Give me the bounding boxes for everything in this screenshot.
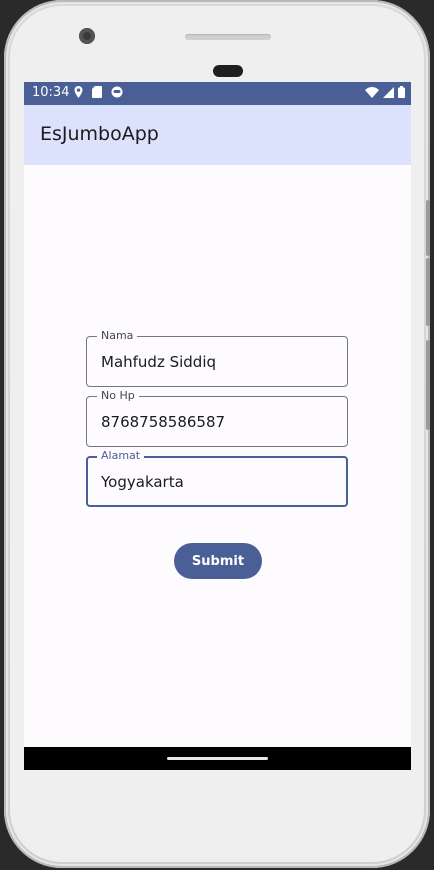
face-icon [111, 86, 123, 98]
status-time: 10:34 [32, 85, 70, 100]
app-title: EsJumboApp [40, 123, 159, 145]
alamat-label: Alamat [97, 449, 145, 463]
no-hp-field[interactable]: No Hp [86, 389, 348, 447]
no-hp-label: No Hp [97, 389, 139, 403]
home-gesture-handle[interactable] [167, 757, 268, 760]
nama-label: Nama [97, 329, 138, 343]
location-icon [74, 86, 83, 98]
alamat-field[interactable]: Alamat [86, 449, 348, 507]
system-icons [365, 86, 405, 98]
nama-field[interactable]: Nama [86, 329, 348, 387]
front-camera [79, 28, 95, 44]
earpiece-speaker [185, 34, 271, 40]
nama-input[interactable] [101, 353, 331, 371]
volume-button-lower [426, 340, 430, 430]
alamat-input[interactable] [101, 473, 331, 491]
app-screen: 10:34 EsJumboApp Nama Mahfudz Siddiq No … [24, 82, 411, 770]
notification-icons [74, 86, 123, 98]
power-button [426, 200, 430, 256]
no-hp-input[interactable] [101, 413, 331, 431]
submit-button[interactable]: Submit [174, 543, 262, 579]
signal-icon [383, 86, 394, 98]
battery-icon [398, 86, 405, 98]
wifi-icon [365, 86, 379, 98]
top-app-bar: EsJumboApp [24, 105, 411, 165]
volume-button [426, 258, 430, 326]
sd-card-icon [92, 86, 102, 98]
navigation-bar [24, 747, 411, 770]
proximity-sensor [213, 65, 243, 77]
status-bar: 10:34 [24, 82, 411, 105]
